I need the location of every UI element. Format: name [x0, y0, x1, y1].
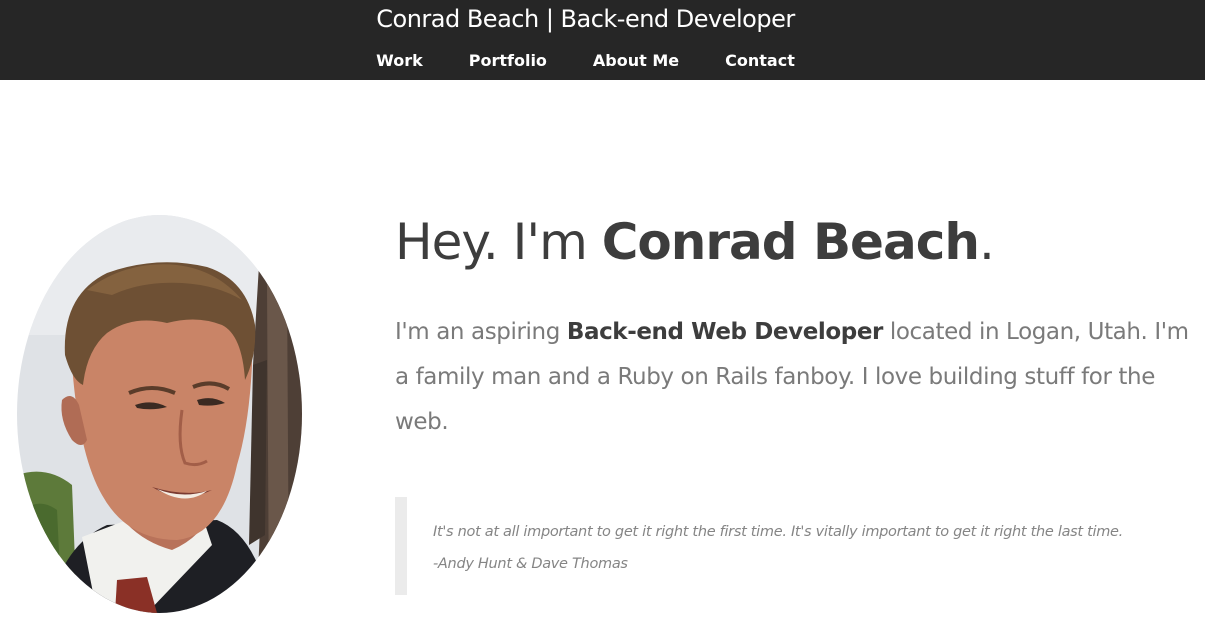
hero-headline: Hey. I'm Conrad Beach. — [395, 206, 995, 278]
nav-item-about-me[interactable]: About Me — [570, 50, 702, 72]
intro-role: Back-end Web Developer — [566, 319, 884, 345]
profile-photo — [17, 215, 302, 613]
quote-block: It's not at all important to get it righ… — [395, 497, 1185, 595]
site-title[interactable]: Conrad Beach | Back-end Developer — [0, 3, 1171, 35]
quote-author: -Andy Hunt & Dave Thomas — [433, 556, 628, 572]
intro-paragraph: I'm an aspiring Back-end Web Developer l… — [395, 310, 1195, 445]
main-nav: Work Portfolio About Me Contact — [0, 50, 1171, 72]
headline-suffix: . — [978, 213, 995, 271]
nav-item-work[interactable]: Work — [353, 50, 446, 72]
top-bar: Conrad Beach | Back-end Developer Work P… — [0, 0, 1205, 80]
intro-prefix: I'm an aspiring — [395, 319, 567, 345]
nav-item-portfolio[interactable]: Portfolio — [446, 50, 570, 72]
headline-prefix: Hey. I'm — [395, 213, 602, 271]
quote-text: It's not at all important to get it righ… — [433, 524, 1123, 540]
headline-name: Conrad Beach — [601, 213, 980, 271]
nav-item-contact[interactable]: Contact — [702, 50, 818, 72]
